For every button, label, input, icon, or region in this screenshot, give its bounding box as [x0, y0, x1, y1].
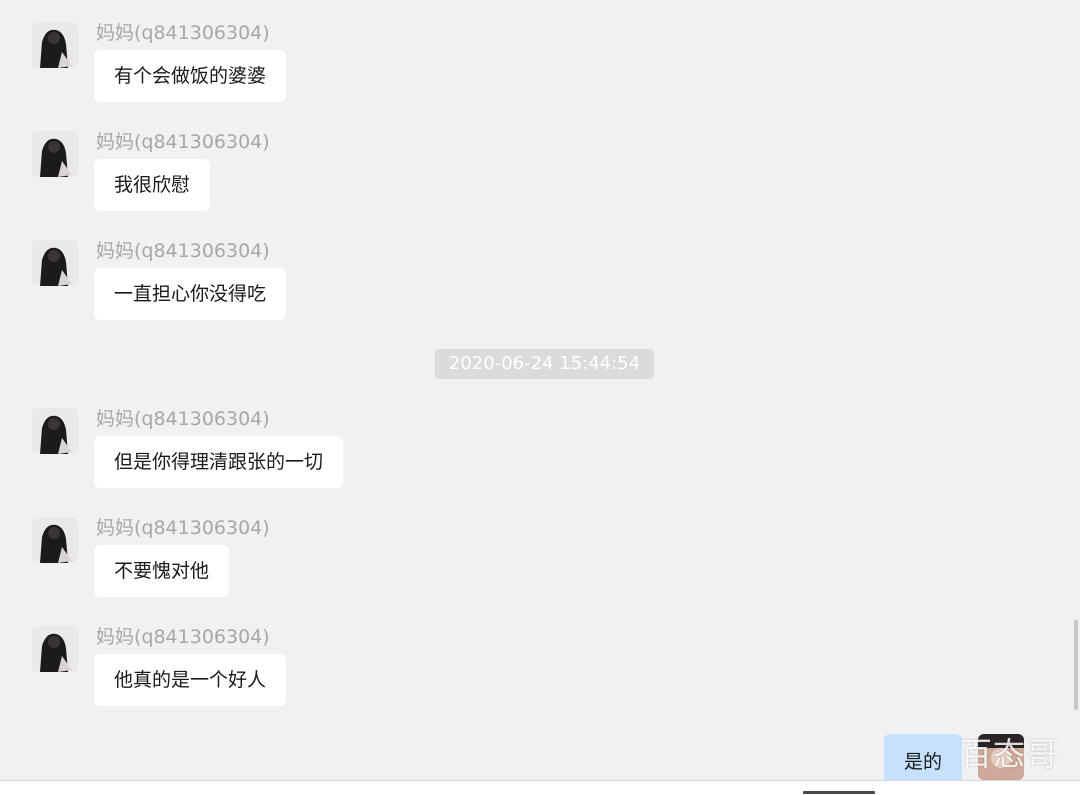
avatar-photo-icon — [32, 408, 78, 454]
avatar-photo-icon — [32, 131, 78, 177]
sender-name: 妈妈(q841306304) — [96, 240, 270, 262]
avatar-photo-icon — [32, 240, 78, 286]
contact-avatar[interactable] — [32, 517, 78, 563]
contact-avatar[interactable] — [32, 408, 78, 454]
contact-avatar[interactable] — [32, 22, 78, 68]
chat-window: 妈妈(q841306304) 有个会做饭的婆婆 妈妈(q841306304) 我… — [0, 0, 1080, 795]
contact-avatar[interactable] — [32, 626, 78, 672]
message-bubble[interactable]: 一直担心你没得吃 — [94, 268, 287, 320]
message-bubble[interactable]: 他真的是一个好人 — [94, 654, 287, 706]
sender-name: 妈妈(q841306304) — [96, 131, 270, 153]
sender-name: 妈妈(q841306304) — [96, 408, 270, 430]
timestamp-divider: 2020-06-24 15:44:54 — [435, 349, 654, 379]
resize-handle[interactable] — [803, 791, 875, 794]
sender-name: 妈妈(q841306304) — [96, 626, 270, 648]
input-area[interactable] — [0, 781, 1080, 795]
message-bubble[interactable]: 我很欣慰 — [94, 159, 211, 211]
sender-name: 妈妈(q841306304) — [96, 22, 270, 44]
watermark-text: 百态哥 — [960, 735, 1060, 773]
avatar-photo-icon — [32, 22, 78, 68]
message-bubble[interactable]: 有个会做饭的婆婆 — [94, 50, 287, 102]
message-bubble[interactable]: 但是你得理清跟张的一切 — [94, 436, 344, 488]
scrollbar[interactable] — [1074, 620, 1078, 710]
contact-avatar[interactable] — [32, 240, 78, 286]
sender-name: 妈妈(q841306304) — [96, 517, 270, 539]
avatar-photo-icon — [32, 517, 78, 563]
message-bubble[interactable]: 不要愧对他 — [94, 545, 230, 597]
avatar-photo-icon — [32, 626, 78, 672]
contact-avatar[interactable] — [32, 131, 78, 177]
